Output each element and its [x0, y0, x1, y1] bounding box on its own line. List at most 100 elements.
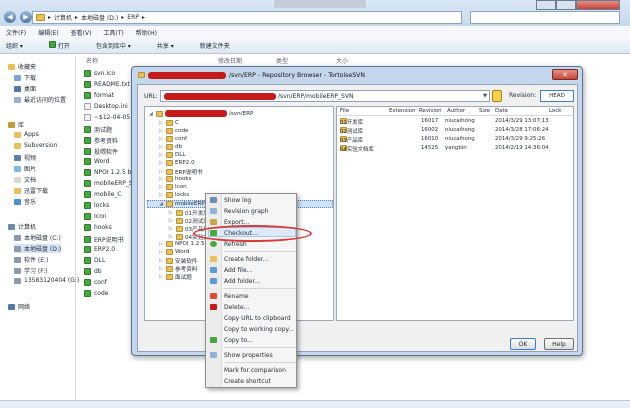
nav-favorites[interactable]: 收藏夹: [8, 62, 36, 71]
menu-view[interactable]: 查看(V): [71, 28, 92, 37]
menu-item-rename[interactable]: Rename: [206, 291, 296, 301]
tree-item[interactable]: ▷ ERP2.0: [159, 160, 195, 166]
expand-arrow-icon[interactable]: ▷: [159, 266, 164, 272]
nav-library-videos[interactable]: 视频: [14, 153, 36, 162]
list-item[interactable]: DLL: [84, 257, 105, 264]
header-date[interactable]: Date: [495, 108, 508, 114]
tree-item[interactable]: ▷ Icon: [159, 184, 187, 190]
nav-library-documents[interactable]: 文档: [14, 175, 36, 184]
tree-item[interactable]: ▷ 02测试库: [169, 217, 209, 225]
ok-button[interactable]: OK: [510, 338, 536, 350]
header-extension[interactable]: Extension: [389, 108, 415, 114]
breadcrumb-erp[interactable]: ERP: [127, 14, 139, 21]
list-item[interactable]: 参考资料: [84, 136, 118, 145]
tree-item[interactable]: ▷ ERP说明书: [159, 168, 203, 176]
expand-arrow-icon[interactable]: ▷: [159, 192, 164, 198]
header-size[interactable]: Size: [479, 108, 490, 114]
menu-item-show-properties[interactable]: Show properties: [206, 350, 296, 360]
expand-arrow-icon[interactable]: ▷: [159, 152, 164, 158]
forward-arrow-icon[interactable]: ▶: [20, 11, 32, 23]
list-item[interactable]: ERP说明书: [84, 235, 124, 244]
expand-arrow-icon[interactable]: ▷: [159, 169, 164, 175]
menu-item-copy-to-working-copy[interactable]: Copy to working copy...: [206, 324, 296, 334]
list-item[interactable]: hooks: [84, 224, 112, 231]
menu-item-copy-to[interactable]: Copy to...: [206, 335, 296, 345]
nav-downloads[interactable]: 下载: [14, 73, 36, 82]
list-item[interactable]: code: [84, 290, 108, 297]
go-up-folder-icon[interactable]: [492, 90, 502, 102]
nav-library-pictures[interactable]: 图片: [14, 164, 36, 173]
new-folder-button[interactable]: 新建文件夹: [200, 41, 230, 50]
expand-arrow-icon[interactable]: ▷: [159, 176, 164, 182]
tree-item[interactable]: ▷ 安装软件: [159, 257, 197, 265]
nav-drive-c[interactable]: 本地磁盘 (C:): [14, 233, 61, 242]
menu-item-copy-url[interactable]: Copy URL to clipboard: [206, 313, 296, 323]
tree-item[interactable]: ▷ 面试题: [159, 273, 192, 281]
tree-item-root[interactable]: ◢/svn/ERP: [149, 110, 253, 117]
table-row[interactable]: 02测试库 16002 niucaihong 2014/3/28 17:06:2…: [337, 127, 573, 135]
column-size[interactable]: 大小: [336, 56, 348, 65]
list-item[interactable]: Desktop.ini: [84, 103, 128, 110]
table-row[interactable]: 01开发库 16017 niucaihong 2014/3/29 13:07:1…: [337, 118, 573, 126]
nav-library-subversion[interactable]: Subversion: [14, 142, 57, 149]
breadcrumb-computer[interactable]: 计算机: [54, 13, 72, 22]
tree-item[interactable]: ▷ Word: [159, 249, 189, 255]
table-row[interactable]: 03产品库 16010 niucaihong 2014/3/29 9:25:26: [337, 136, 573, 144]
column-type[interactable]: 类型: [276, 56, 288, 65]
menu-item-create-shortcut[interactable]: Create shortcut: [206, 376, 296, 386]
menu-item-show-log[interactable]: Show log: [206, 195, 296, 205]
list-item[interactable]: mobileERP_S: [84, 180, 133, 187]
expand-arrow-icon[interactable]: ▷: [159, 249, 164, 255]
chevron-down-icon[interactable]: ▼: [481, 91, 489, 101]
nav-network[interactable]: 网络: [8, 302, 30, 311]
tree-item[interactable]: ▷ code: [159, 128, 189, 134]
nav-library-xunlei[interactable]: 迅雷下载: [14, 186, 48, 195]
nav-computer[interactable]: 计算机: [8, 222, 36, 231]
expand-arrow-icon[interactable]: ▷: [159, 144, 164, 150]
list-item[interactable]: svn.ico: [84, 70, 115, 77]
nav-drive-g[interactable]: 13583120404 (G:): [14, 277, 79, 284]
list-item[interactable]: 投喂软件: [84, 147, 118, 156]
list-item[interactable]: ERP2.0: [84, 246, 115, 253]
nav-recent-places[interactable]: 最近访问的位置: [14, 95, 66, 104]
tree-item[interactable]: ▷ conf: [159, 136, 187, 142]
tree-item[interactable]: ▷ 参考资料: [159, 265, 197, 273]
nav-desktop[interactable]: 桌面: [14, 84, 36, 93]
expand-arrow-icon[interactable]: ▷: [159, 160, 164, 166]
url-combobox[interactable]: /svn/ERP/mobileERP_SVN ▼: [160, 90, 490, 102]
column-date[interactable]: 修改日期: [218, 56, 242, 65]
nav-drive-f[interactable]: 学习 (F:): [14, 266, 48, 275]
menu-item-revision-graph[interactable]: Revision graph: [206, 206, 296, 216]
tree-item[interactable]: ▷ C: [159, 120, 179, 126]
collapse-arrow-icon[interactable]: ◢: [159, 201, 164, 207]
expand-arrow-icon[interactable]: ▷: [159, 128, 164, 134]
menu-help[interactable]: 帮助(H): [136, 28, 157, 37]
nav-library-apps[interactable]: Apps: [14, 131, 39, 138]
header-author[interactable]: Author: [447, 108, 465, 114]
expand-arrow-icon[interactable]: ▷: [169, 226, 174, 232]
tree-item[interactable]: ▷ locks: [159, 192, 189, 198]
open-button[interactable]: 打开: [48, 41, 70, 50]
menu-item-create-folder[interactable]: Create folder...: [206, 254, 296, 264]
list-item[interactable]: mobile_C: [84, 191, 122, 198]
menu-item-delete[interactable]: Delete...: [206, 302, 296, 312]
header-lock[interactable]: Lock: [549, 108, 561, 114]
tree-item[interactable]: ▷ db: [159, 144, 182, 150]
repository-file-list[interactable]: File Extension Revision Author Size Date…: [336, 106, 574, 321]
menu-tools[interactable]: 工具(T): [103, 28, 123, 37]
list-item[interactable]: ~$12-04-05: [84, 114, 130, 121]
column-name[interactable]: 名称: [86, 56, 98, 65]
list-item[interactable]: 测试题: [84, 125, 112, 134]
expand-arrow-icon[interactable]: ▷: [159, 136, 164, 142]
expand-arrow-icon[interactable]: ▷: [159, 274, 164, 280]
search-input[interactable]: [470, 11, 620, 24]
list-item[interactable]: conf: [84, 279, 107, 286]
help-button[interactable]: Help: [544, 338, 574, 350]
tree-item[interactable]: ▷ hooks: [159, 176, 192, 182]
back-arrow-icon[interactable]: ◀: [4, 11, 16, 23]
list-item[interactable]: Word: [84, 158, 109, 165]
list-item[interactable]: Icon: [84, 213, 107, 220]
expand-arrow-icon[interactable]: ▷: [159, 258, 164, 264]
expand-arrow-icon[interactable]: ▷: [159, 184, 164, 190]
list-item[interactable]: format: [84, 92, 114, 99]
